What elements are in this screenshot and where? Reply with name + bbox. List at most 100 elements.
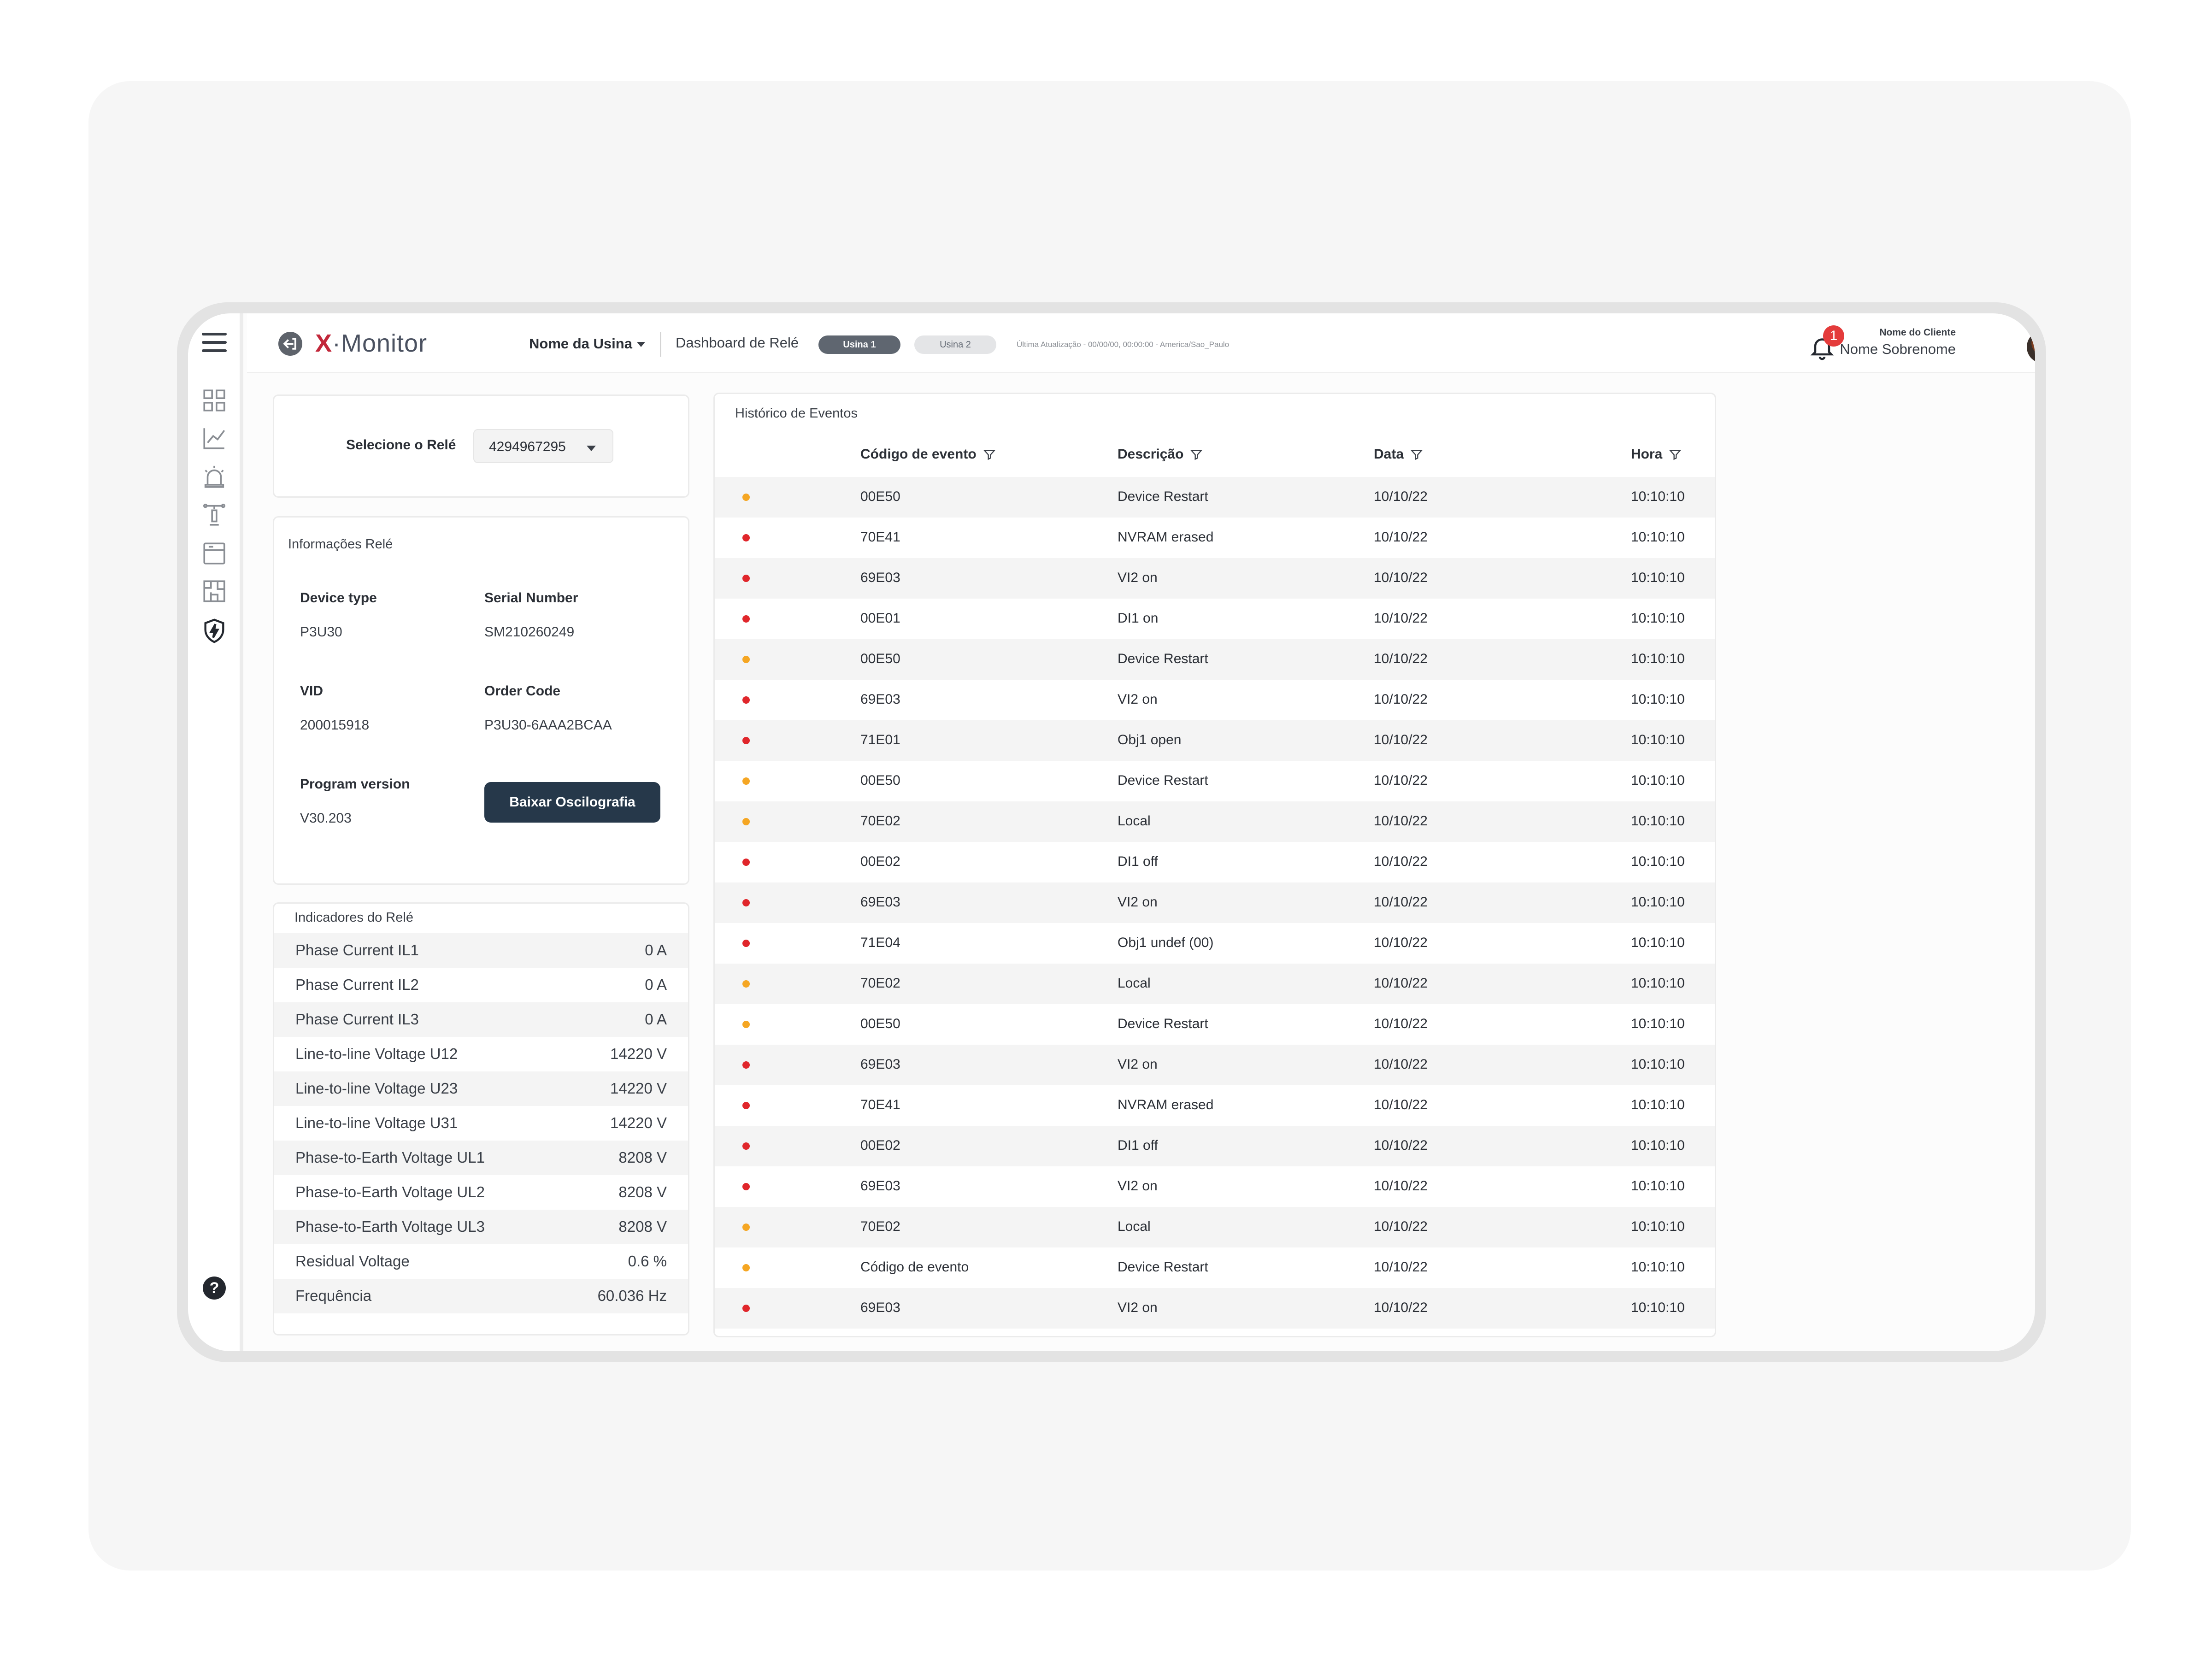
grid-icon[interactable] <box>201 387 228 414</box>
table-row[interactable]: 00E02 DI1 off 10/10/22 10:10:10 <box>715 1126 1715 1166</box>
status-dot-icon <box>742 696 750 704</box>
indicator-name: Phase-to-Earth Voltage UL1 <box>295 1149 485 1166</box>
table-row[interactable]: 70E02 Local 10/10/22 10:10:10 <box>715 801 1715 842</box>
status-dot-icon <box>742 980 750 988</box>
table-row[interactable]: 00E50 Device Restart 10/10/22 10:10:10 <box>715 639 1715 680</box>
column-time[interactable]: Hora <box>1631 447 1682 462</box>
table-row[interactable]: 70E41 NVRAM erased 10/10/22 10:10:10 <box>715 1085 1715 1126</box>
filter-icon[interactable] <box>1410 448 1423 461</box>
event-desc-cell: VI2 on <box>1118 1178 1158 1194</box>
event-code-cell: 70E02 <box>860 813 900 829</box>
table-row[interactable]: 71E01 Obj1 open 10/10/22 10:10:10 <box>715 720 1715 761</box>
app-screen: ? X·Monitor Nome da Usina Dashboard de R… <box>188 313 2035 1351</box>
status-dot-icon <box>742 777 750 785</box>
event-time-cell: 10:10:10 <box>1631 1016 1685 1031</box>
indicator-value: 0.6 % <box>628 1253 667 1270</box>
table-row[interactable]: 69E03 VI2 on 10/10/22 10:10:10 <box>715 1045 1715 1085</box>
table-row[interactable]: Código de evento Device Restart 10/10/22 10… <box>715 1247 1715 1288</box>
indicator-name: Line-to-line Voltage U23 <box>295 1080 458 1097</box>
table-row[interactable]: 70E02 Local 10/10/22 10:10:10 <box>715 964 1715 1004</box>
menu-icon[interactable] <box>202 333 227 354</box>
event-date-cell: 10/10/22 <box>1374 651 1428 666</box>
status-dot-icon <box>742 1102 750 1109</box>
event-date-cell: 10/10/22 <box>1374 1178 1428 1194</box>
filter-icon[interactable] <box>983 448 996 461</box>
indicator-row: Phase Current IL1 0 A <box>274 933 688 968</box>
event-code-cell: 00E50 <box>860 773 900 788</box>
line-chart-icon[interactable] <box>201 425 228 452</box>
plant-select[interactable]: Nome da Usina <box>529 335 645 352</box>
table-row[interactable]: 69E03 VI2 on 10/10/22 10:10:10 <box>715 882 1715 923</box>
table-row[interactable]: 69E03 VI2 on 10/10/22 10:10:10 <box>715 680 1715 720</box>
table-row[interactable]: 70E02 Local 10/10/22 10:10:10 <box>715 1207 1715 1247</box>
shield-icon[interactable] <box>201 618 228 644</box>
event-desc-cell: Local <box>1118 1219 1151 1234</box>
tab-usina-2[interactable]: Usina 2 <box>914 335 996 354</box>
event-desc-cell: Obj1 undef (00) <box>1118 935 1214 950</box>
download-oscillography-button[interactable]: Baixar Oscilografia <box>484 782 660 823</box>
floorplan-icon[interactable] <box>201 578 228 605</box>
app-logo: X·Monitor <box>315 329 428 357</box>
table-row[interactable]: 71E04 Obj1 undef (00) 10/10/22 10:10:10 <box>715 923 1715 964</box>
event-time-cell: 10:10:10 <box>1631 692 1685 707</box>
event-desc-cell: Local <box>1118 813 1151 829</box>
tower-icon[interactable] <box>201 501 228 528</box>
column-description[interactable]: Descrição <box>1118 447 1203 462</box>
event-date-cell: 10/10/22 <box>1374 1219 1428 1234</box>
table-row[interactable]: 69E03 VI2 on 10/10/22 10:10:10 <box>715 1166 1715 1207</box>
table-row[interactable]: 00E02 DI1 off 10/10/22 10:10:10 <box>715 842 1715 882</box>
table-row[interactable]: 70E41 NVRAM erased 10/10/22 10:10:10 <box>715 518 1715 558</box>
alarm-icon[interactable] <box>201 464 228 490</box>
table-row[interactable]: 00E50 Device Restart 10/10/22 10:10:10 <box>715 477 1715 518</box>
event-desc-cell: Device Restart <box>1118 651 1208 666</box>
event-date-cell: 10/10/22 <box>1374 1057 1428 1072</box>
relay-select-card: Selecione o Relé 4294967295 <box>273 394 689 498</box>
column-date[interactable]: Data <box>1374 447 1423 462</box>
help-button[interactable]: ? <box>203 1277 226 1300</box>
table-row[interactable]: 69E03 VI2 on 10/10/22 10:10:10 <box>715 558 1715 599</box>
back-icon[interactable] <box>278 332 302 356</box>
column-event-code[interactable]: Código de evento <box>860 447 996 462</box>
event-code-cell: 00E02 <box>860 854 900 869</box>
event-desc-cell: Local <box>1118 976 1151 991</box>
event-time-cell: 10:10:10 <box>1631 1178 1685 1194</box>
indicator-row: Line-to-line Voltage U23 14220 V <box>274 1071 688 1106</box>
indicator-value: 14220 V <box>610 1114 667 1131</box>
table-row[interactable]: 69E03 VI2 on 10/10/22 10:10:10 <box>715 1288 1715 1329</box>
event-code-cell: 70E41 <box>860 529 900 545</box>
event-time-cell: 10:10:10 <box>1631 773 1685 788</box>
table-row[interactable]: 00E50 Device Restart 10/10/22 10:10:10 <box>715 761 1715 801</box>
status-dot-icon <box>742 1305 750 1312</box>
event-code-cell: 00E50 <box>860 651 900 666</box>
header-divider <box>660 332 661 357</box>
table-row[interactable]: 00E50 Device Restart 10/10/22 10:10:10 <box>715 1004 1715 1045</box>
relay-info-title: Informações Relé <box>288 537 393 552</box>
event-date-cell: 10/10/22 <box>1374 732 1428 747</box>
indicator-name: Phase Current IL1 <box>295 941 419 959</box>
panel-icon[interactable] <box>201 540 228 567</box>
status-dot-icon <box>742 615 750 623</box>
status-dot-icon <box>742 575 750 582</box>
indicator-row: Frequência 60.036 Hz <box>274 1279 688 1313</box>
device-type-label: Device type <box>300 590 377 606</box>
indicators-title: Indicadores do Relé <box>294 910 413 925</box>
top-header: X·Monitor Nome da Usina Dashboard de Rel… <box>247 313 2035 373</box>
event-time-cell: 10:10:10 <box>1631 854 1685 869</box>
avatar[interactable] <box>2027 331 2035 363</box>
event-date-cell: 10/10/22 <box>1374 1138 1428 1153</box>
indicator-value: 0 A <box>645 941 667 959</box>
status-dot-icon <box>742 1264 750 1271</box>
status-dot-icon <box>742 737 750 744</box>
filter-icon[interactable] <box>1190 448 1203 461</box>
relay-dropdown[interactable]: 4294967295 <box>473 429 613 463</box>
event-date-cell: 10/10/22 <box>1374 976 1428 991</box>
event-desc-cell: VI2 on <box>1118 1300 1158 1315</box>
device-type-value: P3U30 <box>300 624 342 640</box>
filter-icon[interactable] <box>1669 448 1682 461</box>
event-time-cell: 10:10:10 <box>1631 570 1685 585</box>
table-row[interactable]: 00E01 DI1 on 10/10/22 10:10:10 <box>715 599 1715 639</box>
tab-usina-1[interactable]: Usina 1 <box>818 335 900 354</box>
event-date-cell: 10/10/22 <box>1374 813 1428 829</box>
event-time-cell: 10:10:10 <box>1631 611 1685 626</box>
status-dot-icon <box>742 1142 750 1150</box>
